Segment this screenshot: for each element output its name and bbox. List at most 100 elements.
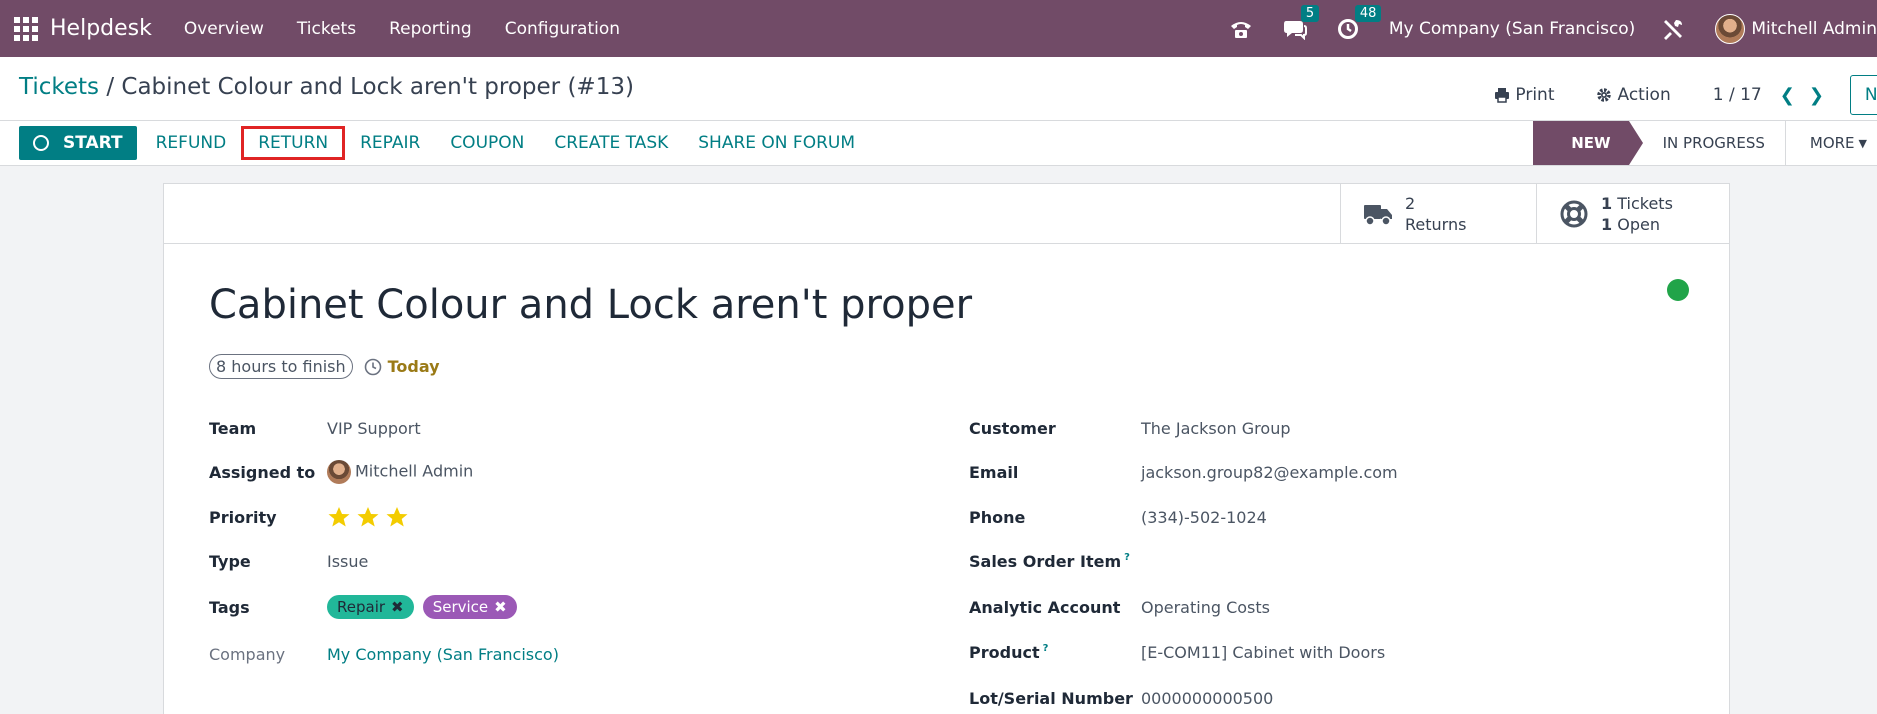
top-navbar: Helpdesk Overview Tickets Reporting Conf… (0, 0, 1877, 57)
menu-tickets[interactable]: Tickets (297, 19, 356, 39)
label-assigned: Assigned to (209, 462, 316, 482)
field-type: Type Issue (209, 546, 909, 576)
chat-icon[interactable]: 5 (1283, 4, 1320, 40)
breadcrumb-tickets[interactable]: Tickets (19, 74, 99, 100)
print-icon (1495, 88, 1510, 103)
value-lot-serial[interactable]: 0000000000500 (1141, 689, 1273, 708)
value-customer[interactable]: The Jackson Group (1141, 419, 1291, 438)
return-button[interactable]: RETURN (241, 126, 346, 160)
caret-down-icon: ▼ (1858, 136, 1867, 150)
app-brand[interactable]: Helpdesk (50, 16, 152, 41)
pager-previous-icon[interactable]: ❮ (1780, 85, 1795, 106)
pager-value[interactable]: 1 / 17 (1713, 85, 1762, 105)
label-tags: Tags (209, 597, 250, 617)
label-product-text: Product (969, 642, 1040, 662)
value-company[interactable]: My Company (San Francisco) (327, 645, 559, 664)
help-tooltip-icon[interactable]: ? (1124, 552, 1130, 563)
field-tags: Tags Repair ✖ Service ✖ (209, 592, 909, 622)
label-sales-order-item: Sales Order Item? (969, 552, 1130, 571)
control-panel: Tickets / Cabinet Colour and Lock aren't… (0, 57, 1877, 120)
tag-repair-label: Repair (337, 598, 386, 616)
field-lot-serial: Lot/Serial Number 0000000000500 (969, 683, 1669, 713)
label-email: Email (969, 462, 1019, 482)
value-email[interactable]: jackson.group82@example.com (1141, 463, 1398, 482)
truck-icon (1364, 205, 1392, 226)
returns-smart-button[interactable]: 2 Returns (1340, 184, 1536, 244)
phone-icon[interactable] (1229, 18, 1253, 40)
breadcrumb-current: Cabinet Colour and Lock aren't proper (#… (121, 74, 634, 100)
coupon-button[interactable]: COUPON (435, 126, 539, 160)
field-analytic-account: Analytic Account Operating Costs (969, 592, 1669, 622)
value-team[interactable]: VIP Support (327, 419, 421, 438)
label-priority: Priority (209, 507, 277, 527)
tickets-smart-button[interactable]: 1 Tickets 1 Open (1536, 184, 1731, 244)
stage-new[interactable]: NEW (1533, 121, 1644, 165)
label-lot-serial: Lot/Serial Number (969, 688, 1133, 708)
tickets-label: Tickets (1617, 194, 1673, 213)
share-on-forum-button[interactable]: SHARE ON FORUM (683, 126, 870, 160)
sla-row: 8 hours to finish Today (209, 354, 440, 379)
action-button[interactable]: Action (1596, 85, 1671, 105)
assignee-avatar (327, 460, 351, 484)
field-email: Email jackson.group82@example.com (969, 457, 1669, 487)
start-button[interactable]: START (19, 126, 137, 160)
label-analytic-account: Analytic Account (969, 597, 1121, 617)
debug-tools-icon[interactable] (1661, 17, 1685, 41)
value-tags[interactable]: Repair ✖ Service ✖ (327, 595, 521, 619)
smart-button-box: 2 Returns 1 Tickets 1 Open (164, 184, 1729, 244)
repair-button[interactable]: REPAIR (345, 126, 435, 160)
company-switcher[interactable]: My Company (San Francisco) (1389, 19, 1635, 39)
returns-count: 2 (1405, 194, 1416, 213)
field-company: Company My Company (San Francisco) (209, 639, 909, 669)
value-assigned[interactable]: Mitchell Admin (327, 460, 473, 484)
star-icon[interactable] (385, 505, 409, 529)
menu-overview[interactable]: Overview (184, 19, 264, 39)
star-icon[interactable] (327, 505, 351, 529)
create-task-button[interactable]: CREATE TASK (539, 126, 683, 160)
label-phone: Phone (969, 507, 1026, 527)
label-company: Company (209, 644, 286, 664)
value-product[interactable]: [E-COM11] Cabinet with Doors (1141, 643, 1385, 662)
value-type[interactable]: Issue (327, 552, 368, 571)
assignee-name: Mitchell Admin (355, 461, 474, 481)
tag-service[interactable]: Service ✖ (422, 595, 517, 619)
help-tooltip-icon[interactable]: ? (1043, 643, 1049, 654)
kanban-state-indicator[interactable] (1667, 279, 1689, 301)
menu-reporting[interactable]: Reporting (389, 19, 472, 39)
stage-more[interactable]: MORE ▼ (1784, 121, 1877, 165)
field-sales-order-item: Sales Order Item? (969, 546, 1669, 576)
star-icon[interactable] (356, 505, 380, 529)
app-menu-icon[interactable] (14, 16, 38, 41)
life-ring-icon (1560, 200, 1588, 228)
label-sales-order-item-text: Sales Order Item (969, 551, 1122, 571)
gear-icon (1597, 88, 1612, 102)
sla-badge: 8 hours to finish (209, 354, 353, 379)
print-button[interactable]: Print (1494, 85, 1554, 105)
user-menu[interactable]: Mitchell Admin (1715, 13, 1877, 44)
form-sheet: 2 Returns 1 Tickets 1 Open Cabinet Colou… (163, 183, 1730, 714)
navbar-systray: 5 48 My Company (San Francisco) Mitchell… (1229, 0, 1877, 57)
tag-repair[interactable]: Repair ✖ (327, 595, 414, 619)
remove-tag-icon[interactable]: ✖ (494, 598, 507, 616)
field-product: Product? [E-COM11] Cabinet with Doors (969, 637, 1669, 667)
new-button[interactable]: New (1849, 75, 1877, 115)
open-label: Open (1617, 215, 1660, 234)
label-type: Type (209, 551, 251, 571)
breadcrumb-separator: / (106, 74, 115, 100)
pager-next-icon[interactable]: ❯ (1809, 85, 1824, 106)
value-phone[interactable]: (334)-502-1024 (1141, 508, 1267, 527)
header-buttons: START REFUND RETURN REPAIR COUPON CREATE… (19, 126, 870, 160)
stage-more-label: MORE (1809, 134, 1855, 152)
value-analytic-account[interactable]: Operating Costs (1141, 598, 1270, 617)
clock-icon (33, 135, 49, 151)
ticket-title[interactable]: Cabinet Colour and Lock aren't proper (209, 282, 972, 328)
remove-tag-icon[interactable]: ✖ (391, 598, 404, 616)
refund-button[interactable]: REFUND (141, 126, 242, 160)
control-panel-actions: Print Action 1 / 17 ❮ ❯ New (1494, 75, 1877, 115)
activity-clock-icon[interactable]: 48 (1337, 4, 1382, 40)
menu-configuration[interactable]: Configuration (505, 19, 620, 39)
value-sales-order-item[interactable] (1141, 549, 1441, 573)
field-assigned: Assigned to Mitchell Admin (209, 457, 909, 487)
stage-in-progress[interactable]: IN PROGRESS (1629, 121, 1785, 165)
tickets-smart-text: 1 Tickets 1 Open (1601, 193, 1673, 235)
